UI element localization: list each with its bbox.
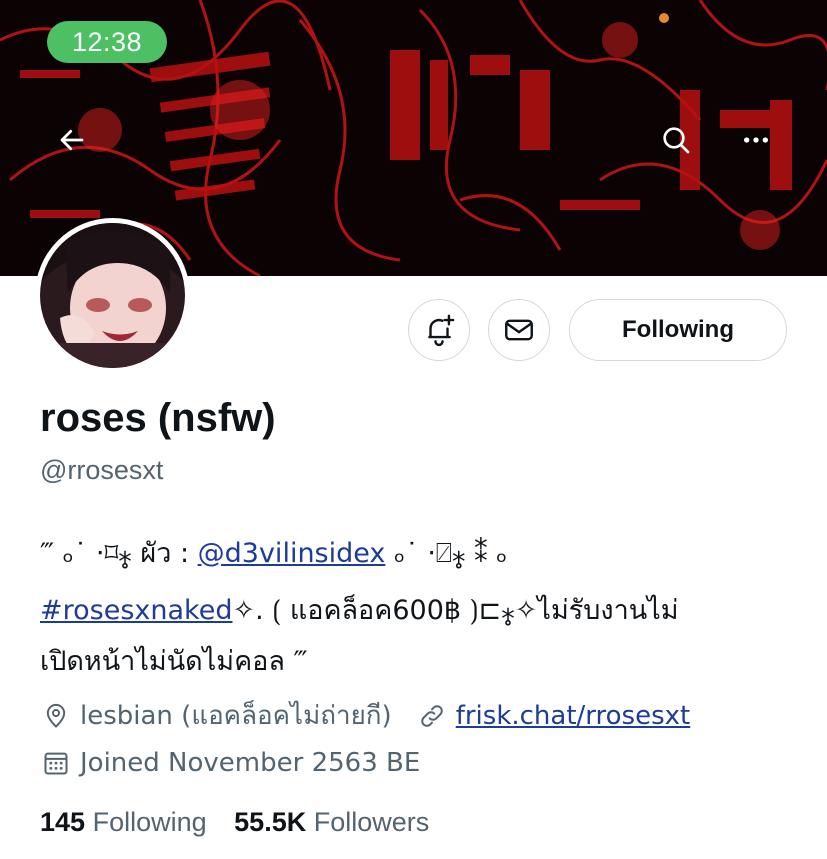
privacy-indicator-dot	[659, 13, 669, 23]
envelope-icon	[505, 319, 533, 341]
more-horizontal-icon	[744, 137, 768, 143]
display-name: roses (nsfw)	[40, 396, 276, 440]
status-time: 12:38	[47, 21, 167, 63]
bio-line-2: #rosesxnaked✧. ⟮ แอคล็อค600฿ ⟯⊏⁎̥✧ไม่รับ…	[40, 594, 679, 628]
search-icon	[663, 127, 690, 154]
profile-website[interactable]: frisk.chat/rrosesxt	[416, 700, 691, 732]
following-button[interactable]: Following	[569, 299, 787, 361]
bio-mention-link[interactable]: @d3vilinsidex	[198, 538, 386, 569]
profile-location: lesbian (แอคล็อคไม่ถ่ายกี)	[80, 701, 392, 731]
bio-line-1: ‴ ₒ˙ ⋅⌑⁎̥ ผัว : @d3vilinsidex ₒ˙ ⋅⍁⁎̥ ⁑ …	[40, 537, 507, 571]
bio-text: ‴ ₒ˙ ⋅⌑⁎̥ ผัว :	[40, 538, 198, 569]
profile-stats: 145 Following 55.5K Followers	[40, 807, 449, 838]
followers-count: 55.5K	[234, 807, 307, 837]
location-pin-icon	[40, 700, 72, 732]
bio-text: ₒ˙ ⋅⍁⁎̥ ⁑ ₒ	[385, 538, 508, 569]
bio-line-3: เปิดหน้าไม่นัดไม่คอล ‴	[40, 646, 308, 677]
followers-stat[interactable]: 55.5K Followers	[234, 807, 449, 837]
following-stat[interactable]: 145 Following	[40, 807, 227, 837]
back-button[interactable]	[47, 115, 97, 165]
more-button[interactable]	[731, 115, 781, 165]
arrow-left-icon	[60, 129, 84, 151]
message-button[interactable]	[488, 299, 550, 361]
bio-text: ✧. ⟮ แอคล็อค600฿ ⟯⊏⁎̥✧ไม่รับงานไม่	[232, 595, 679, 626]
avatar-image	[40, 223, 185, 368]
search-button[interactable]	[651, 115, 701, 165]
following-count: 145	[40, 807, 86, 837]
bio-hashtag-link[interactable]: #rosesxnaked	[40, 595, 232, 626]
profile-meta-row: lesbian (แอคล็อคไม่ถ่ายกี) frisk.chat/rr…	[40, 695, 690, 736]
bell-plus-icon	[428, 314, 455, 347]
profile-joined-date: Joined November 2563 BE	[80, 748, 421, 778]
user-handle: @rrosesxt	[40, 455, 164, 485]
following-label: Following	[92, 807, 207, 837]
link-icon	[416, 700, 448, 732]
profile-meta-row: Joined November 2563 BE	[40, 747, 420, 779]
calendar-icon	[40, 747, 72, 779]
website-link[interactable]: frisk.chat/rrosesxt	[456, 701, 691, 731]
followers-label: Followers	[313, 807, 430, 837]
notify-button[interactable]	[408, 299, 470, 361]
avatar[interactable]	[35, 218, 190, 373]
